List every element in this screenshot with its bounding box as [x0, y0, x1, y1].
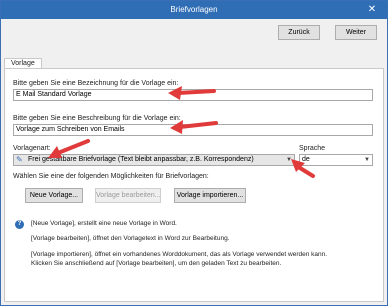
chevron-down-icon: ▼: [286, 157, 292, 163]
language-label: Sprache: [299, 145, 326, 152]
help-text-new: [Neue Vorlage], erstellt eine neue Vorla…: [31, 220, 177, 227]
chevron-down-icon: ▼: [364, 157, 370, 163]
pencil-icon: ✎: [16, 155, 23, 164]
language-value: de: [302, 156, 310, 163]
description-label: Bitte geben Sie eine Beschreibung für di…: [13, 115, 181, 122]
template-type-label: Vorlagenart:: [13, 145, 51, 152]
template-type-select[interactable]: ✎ Frei gestaltbare Briefvorlage (Text bl…: [13, 154, 295, 166]
help-text-edit: [Vorlage bearbeiten], öffnet den Vorlage…: [31, 235, 230, 242]
title-bar: Briefvorlagen ✕: [1, 1, 387, 19]
description-field[interactable]: Vorlage zum Schreiben von Emails: [13, 124, 373, 136]
import-template-button[interactable]: Vorlage importieren...: [174, 188, 246, 203]
close-icon[interactable]: ✕: [365, 3, 379, 16]
name-field[interactable]: E Mail Standard Vorlage: [13, 89, 373, 101]
options-label: Wählen Sie eine der folgenden Möglichkei…: [13, 173, 209, 180]
back-button[interactable]: Zurück: [278, 25, 320, 40]
language-select[interactable]: de ▼: [299, 154, 373, 166]
new-template-button[interactable]: Neue Vorlage...: [25, 188, 83, 203]
template-type-value: Frei gestaltbare Briefvorlage (Text blei…: [28, 156, 254, 163]
dialog-window: Briefvorlagen ✕ Zurück Weiter Vorlage Bi…: [0, 0, 388, 306]
name-label: Bitte geben Sie eine Bezeichnung für die…: [13, 80, 179, 87]
edit-template-button[interactable]: Vorlage bearbeiten...: [95, 188, 161, 203]
help-icon: ?: [15, 220, 24, 229]
next-button[interactable]: Weiter: [335, 25, 377, 40]
help-text-import: [Vorlage importieren], öffnet ein vorhan…: [31, 251, 328, 258]
window-title: Briefvorlagen: [170, 5, 218, 14]
help-text-import-hint: Klicken Sie anschließend auf [Vorlage be…: [31, 260, 282, 267]
